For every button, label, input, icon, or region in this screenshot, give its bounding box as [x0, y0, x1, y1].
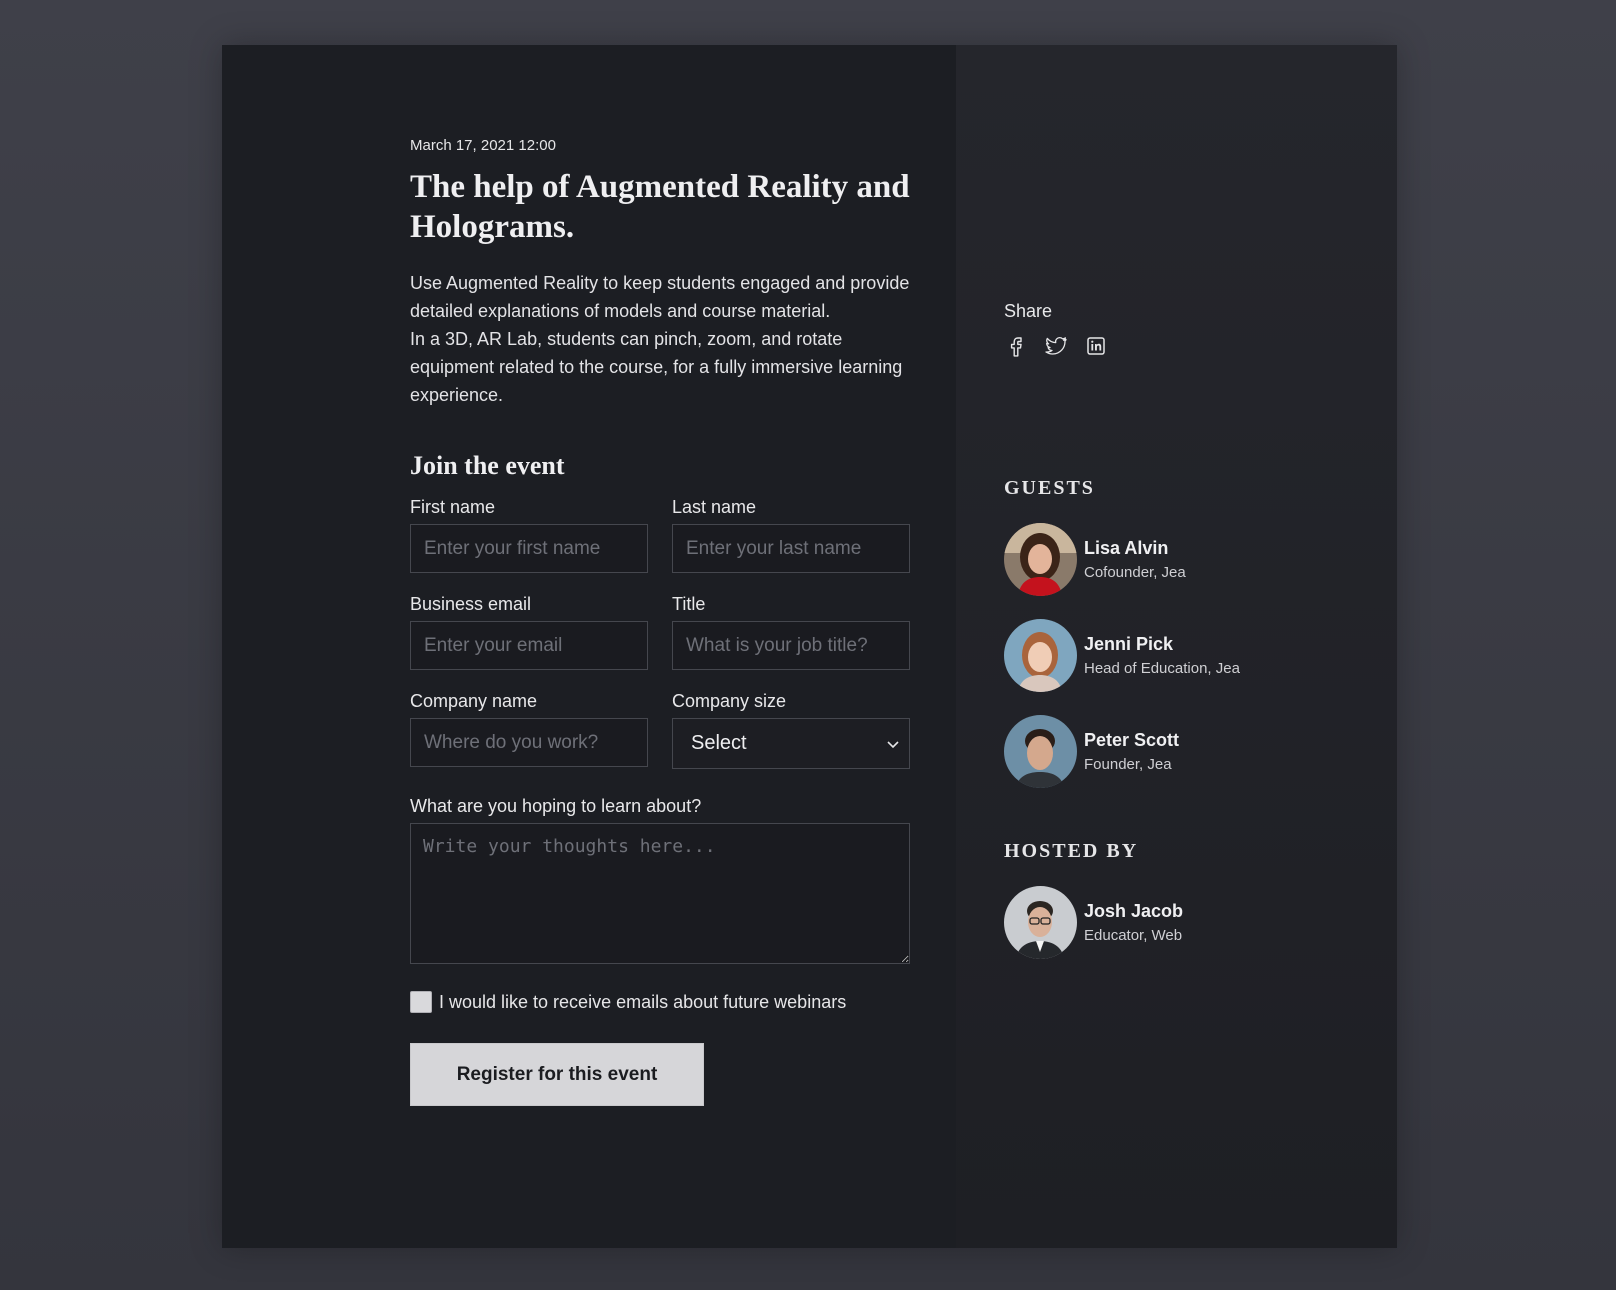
event-description: Use Augmented Reality to keep students e…	[410, 269, 910, 409]
job-title-label: Title	[672, 594, 706, 614]
share-icons	[1004, 334, 1364, 358]
share-label: Share	[1004, 301, 1053, 321]
first-name-field: First name	[410, 497, 648, 573]
last-name-input[interactable]	[672, 524, 910, 573]
guests-heading: GUESTS	[1004, 477, 1095, 499]
email-label: Business email	[410, 594, 532, 614]
guest-name: Peter Scott	[1084, 729, 1180, 750]
guest-role: Founder, Jea	[1084, 755, 1172, 773]
newsletter-label[interactable]: I would like to receive emails about fut…	[439, 992, 846, 1013]
first-name-input[interactable]	[410, 524, 648, 573]
guest-name: Jenni Pick	[1084, 633, 1174, 654]
job-title-input[interactable]	[672, 621, 910, 670]
event-description-paragraph-1: Use Augmented Reality to keep students e…	[410, 273, 910, 321]
email-input[interactable]	[410, 621, 648, 670]
host-role: Educator, Web	[1084, 926, 1183, 944]
host-name: Josh Jacob	[1084, 900, 1184, 921]
event-date: March 17, 2021 12:00	[410, 137, 556, 154]
avatar	[1004, 522, 1077, 596]
guest-role: Head of Education, Jea	[1084, 659, 1240, 677]
learn-textarea[interactable]	[410, 823, 910, 964]
company-input[interactable]	[410, 718, 648, 767]
guest-item[interactable]: Lisa Alvin Cofounder, Jea	[1004, 522, 1364, 596]
event-sidebar: Share GUESTS Lisa Alvin Cofounder, Jea J…	[956, 45, 1397, 1248]
event-main-panel: March 17, 2021 12:00 The help of Augment…	[222, 45, 956, 1248]
join-heading: Join the event	[410, 451, 565, 480]
facebook-icon[interactable]	[1004, 334, 1028, 358]
learn-field: What are you hoping to learn about?	[410, 796, 910, 969]
avatar	[1004, 714, 1077, 788]
guest-list: Lisa Alvin Cofounder, Jea Jenni Pick Hea…	[1004, 522, 1364, 788]
last-name-field: Last name	[672, 497, 910, 573]
register-button[interactable]: Register for this event	[410, 1043, 704, 1106]
hosted-by-heading: HOSTED BY	[1004, 840, 1139, 862]
first-name-label: First name	[410, 497, 496, 517]
job-title-field: Title	[672, 594, 910, 670]
newsletter-option: I would like to receive emails about fut…	[410, 991, 910, 1013]
company-size-value: Select	[691, 732, 747, 754]
chevron-down-icon	[885, 736, 901, 752]
email-field: Business email	[410, 594, 648, 670]
guest-item[interactable]: Peter Scott Founder, Jea	[1004, 714, 1364, 788]
company-field: Company name	[410, 691, 648, 769]
avatar	[1004, 618, 1077, 692]
guest-role: Cofounder, Jea	[1084, 563, 1186, 581]
avatar	[1004, 885, 1077, 959]
event-card: March 17, 2021 12:00 The help of Augment…	[222, 45, 1397, 1248]
guest-name: Lisa Alvin	[1084, 537, 1169, 558]
company-label: Company name	[410, 691, 538, 711]
company-size-select[interactable]: Select	[672, 718, 910, 769]
newsletter-checkbox[interactable]	[410, 991, 432, 1013]
last-name-label: Last name	[672, 497, 757, 517]
company-size-label: Company size	[672, 691, 787, 711]
twitter-icon[interactable]	[1044, 334, 1068, 358]
host-item[interactable]: Josh Jacob Educator, Web	[1004, 885, 1364, 959]
company-size-field: Company size Select	[672, 691, 910, 769]
learn-label: What are you hoping to learn about?	[410, 796, 702, 816]
event-title: The help of Augmented Reality and Hologr…	[410, 169, 910, 245]
linkedin-icon[interactable]	[1084, 334, 1108, 358]
guest-item[interactable]: Jenni Pick Head of Education, Jea	[1004, 618, 1364, 692]
event-description-paragraph-2: In a 3D, AR Lab, students can pinch, zoo…	[410, 329, 903, 405]
